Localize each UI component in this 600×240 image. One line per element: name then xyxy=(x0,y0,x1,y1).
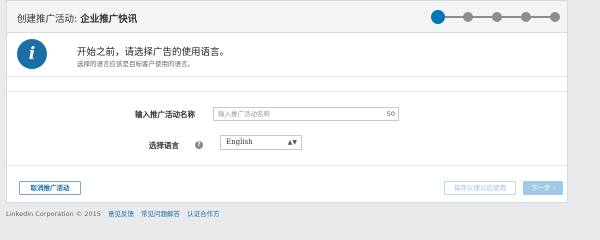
footer-link-faq[interactable]: 常见问题解答 xyxy=(141,210,180,218)
info-hint: 选择的语言应该是目标客户使用的语言。 xyxy=(77,60,194,68)
footer-link-partners[interactable]: 认证合作方 xyxy=(187,210,220,218)
campaign-form: 输入推广活动名称 输入推广活动名称 50 选择语言 ? English ▲▼ xyxy=(7,91,567,166)
campaign-panel: 创建推广活动: 企业推广快讯 i 开始之前，请选择广告的使用语言。 选择的语言应… xyxy=(6,0,568,203)
progress-stepper xyxy=(431,10,561,24)
copyright-text: LinkedIn Corporation © 2015 xyxy=(6,210,101,218)
help-icon[interactable]: ? xyxy=(195,141,203,149)
campaign-name-label: 输入推广活动名称 xyxy=(135,110,195,119)
title-prefix: 创建推广活动: xyxy=(17,14,78,25)
campaign-name-placeholder: 输入推广活动名称 xyxy=(218,110,270,118)
language-select[interactable]: English ▲▼ xyxy=(220,135,302,150)
language-value: English xyxy=(226,138,253,146)
next-step-button[interactable]: 下一步 › xyxy=(523,181,563,195)
page-title: 创建推广活动: 企业推广快讯 xyxy=(17,11,137,25)
info-message: 开始之前，请选择广告的使用语言。 xyxy=(77,47,230,58)
footer-link-feedback[interactable]: 意见反馈 xyxy=(108,210,134,218)
campaign-type: 企业推广快讯 xyxy=(80,14,138,25)
step-5-indicator xyxy=(550,12,560,22)
panel-header: 创建推广活动: 企业推广快讯 xyxy=(7,1,567,33)
info-banner: i 开始之前，请选择广告的使用语言。 选择的语言应该是目标客户使用的语言。 xyxy=(7,33,567,77)
cancel-campaign-button[interactable]: 取消推广活动 xyxy=(19,181,81,195)
char-counter: 50 xyxy=(386,110,395,118)
step-1-indicator xyxy=(431,10,445,24)
page-footer: LinkedIn Corporation © 2015 意见反馈 常见问题解答 … xyxy=(6,208,220,218)
language-label: 选择语言 xyxy=(149,141,179,150)
campaign-name-input[interactable]: 输入推广活动名称 50 xyxy=(213,107,399,121)
step-4-indicator xyxy=(521,12,531,22)
select-arrows-icon: ▲▼ xyxy=(287,139,297,146)
step-2-indicator xyxy=(463,12,473,22)
step-3-indicator xyxy=(492,12,502,22)
save-for-later-button[interactable]: 保存以便以后使用 xyxy=(444,181,516,195)
info-icon: i xyxy=(17,39,47,69)
